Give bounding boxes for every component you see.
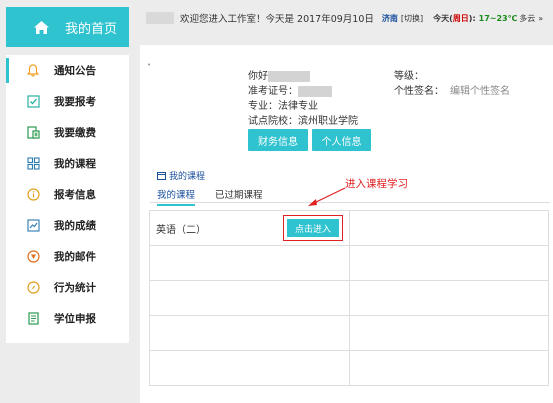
table-cell: [349, 245, 549, 281]
bell-icon: [26, 64, 40, 78]
level-label: 等级：: [394, 71, 424, 82]
sidebar-item-label: 行为统计: [54, 282, 96, 294]
top-bar: 欢迎您进入工作室！今天是 2017年09月10日 济南 [切换] 今天(周日):…: [140, 7, 553, 29]
sidebar-item-courses[interactable]: 我的课程: [6, 148, 129, 179]
sidebar-item-label: 通知公告: [54, 65, 96, 77]
tab-divider: [150, 202, 550, 203]
table-row: [149, 280, 549, 316]
course-name-wrap: 英语（二） 点击进入: [156, 215, 349, 241]
major: 专业：法律专业: [248, 101, 318, 112]
table-cell: [349, 210, 549, 246]
sidebar-item-label: 我要缴费: [54, 127, 96, 139]
table-cell: [149, 245, 350, 281]
sidebar-item-label: 我要报考: [54, 96, 96, 108]
weather-day-label: 今天(: [433, 13, 453, 23]
level-area: 等级： 个性签名： 编辑个性签名: [394, 69, 510, 99]
table-cell: [349, 350, 549, 386]
sidebar-item-notice[interactable]: 通知公告: [6, 55, 129, 86]
sidebar-item-label: 报考信息: [54, 189, 96, 201]
home-label: 我的首页: [65, 21, 118, 37]
table-cell: [349, 280, 549, 316]
chart-icon: [26, 219, 40, 233]
switch-city-link[interactable]: [切换]: [401, 13, 423, 24]
table-cell: [149, 280, 350, 316]
finance-info-button[interactable]: 财务信息: [248, 129, 308, 151]
avatar: [146, 12, 174, 24]
temperature: 17~23℃: [478, 13, 518, 23]
sidebar-item-behavior-stats[interactable]: 行为统计: [6, 272, 129, 303]
home-icon: [34, 20, 49, 34]
payment-icon: ¥: [26, 126, 40, 140]
document-icon: [26, 312, 40, 326]
sidebar-item-label: 我的成绩: [54, 220, 96, 232]
welcome-text: 欢迎您进入工作室！今天是 2017年09月10日: [180, 14, 374, 25]
enter-button-highlight: 点击进入: [283, 215, 343, 241]
sidebar-item-mail[interactable]: 我的邮件: [6, 241, 129, 272]
course-tabs: 我的课程 已过期课程: [157, 187, 283, 206]
tab-expired-courses[interactable]: 已过期课程: [215, 187, 263, 206]
annotation-text: 进入课程学习: [345, 178, 408, 190]
sidebar-item-label: 我的课程: [54, 158, 96, 170]
table-row: [149, 245, 549, 281]
personal-info-button[interactable]: 个人信息: [312, 129, 371, 151]
sidebar-item-label: 我的邮件: [54, 251, 96, 263]
table-row: [149, 315, 549, 351]
sidebar-item-label: 学位申报: [54, 313, 96, 325]
more-weather-link[interactable]: »: [538, 14, 543, 23]
greeting: 你好: [248, 71, 268, 82]
sidebar-item-exam-info[interactable]: 报考信息: [6, 179, 129, 210]
table-cell: [149, 315, 350, 351]
weather-day-close: ):: [468, 13, 476, 23]
my-courses-heading: 我的课程: [157, 169, 205, 182]
my-courses-title: 我的课程: [169, 172, 206, 182]
sidebar-item-degree[interactable]: 学位申报: [6, 303, 129, 334]
redacted-exam-id: [298, 85, 332, 97]
profile-info: 你好 准考证号： 专业：法律专业 试点院校：滨州职业学院: [248, 69, 358, 129]
calendar-icon: [157, 172, 166, 180]
signature-label: 个性签名：: [394, 86, 444, 97]
greeting-row: 你好: [248, 69, 358, 84]
grid-icon: [26, 157, 40, 171]
weekday: 周日: [452, 13, 469, 23]
exam-id-label: 准考证号：: [248, 86, 298, 97]
exam-id-row: 准考证号：: [248, 84, 358, 99]
sidebar-nav: 通知公告 我要报考 ¥ 我要缴费 我的课程 报考信息 我的成绩 我的邮件 行为统…: [6, 55, 129, 343]
edit-signature-link[interactable]: 编辑个性签名: [450, 86, 510, 97]
weather-day: 今天(周日): 17~23℃: [433, 13, 517, 24]
sidebar-item-apply-exam[interactable]: 我要报考: [6, 86, 129, 117]
table-cell: [349, 315, 549, 351]
corner-mark: •: [147, 61, 152, 69]
table-row: [149, 350, 549, 386]
sidebar-item-payment[interactable]: ¥ 我要缴费: [6, 117, 129, 148]
course-table: 英语（二） 点击进入: [149, 210, 549, 386]
sidebar-home[interactable]: 我的首页: [6, 7, 129, 47]
tab-my-courses[interactable]: 我的课程: [157, 187, 196, 206]
enter-course-button[interactable]: 点击进入: [287, 219, 339, 237]
course-name: 英语（二）: [156, 224, 206, 236]
city-name: 济南: [381, 13, 398, 23]
svg-text:¥: ¥: [34, 133, 38, 139]
mail-icon: [26, 250, 40, 264]
school: 试点院校：滨州职业学院: [248, 116, 358, 127]
sidebar-item-scores[interactable]: 我的成绩: [6, 210, 129, 241]
checkbox-icon: [26, 95, 40, 109]
table-cell: [149, 350, 350, 386]
table-row: 英语（二） 点击进入: [149, 210, 549, 246]
weather-desc: 多云: [519, 13, 536, 23]
signature-row: 个性签名： 编辑个性签名: [394, 84, 510, 99]
compass-icon: [26, 281, 40, 295]
main-panel: • 你好 准考证号： 专业：法律专业 试点院校：滨州职业学院 等级： 个性签名：…: [140, 45, 553, 403]
info-icon: [26, 188, 40, 202]
redacted-name: [268, 70, 310, 82]
table-cell: 英语（二） 点击进入: [149, 210, 350, 246]
